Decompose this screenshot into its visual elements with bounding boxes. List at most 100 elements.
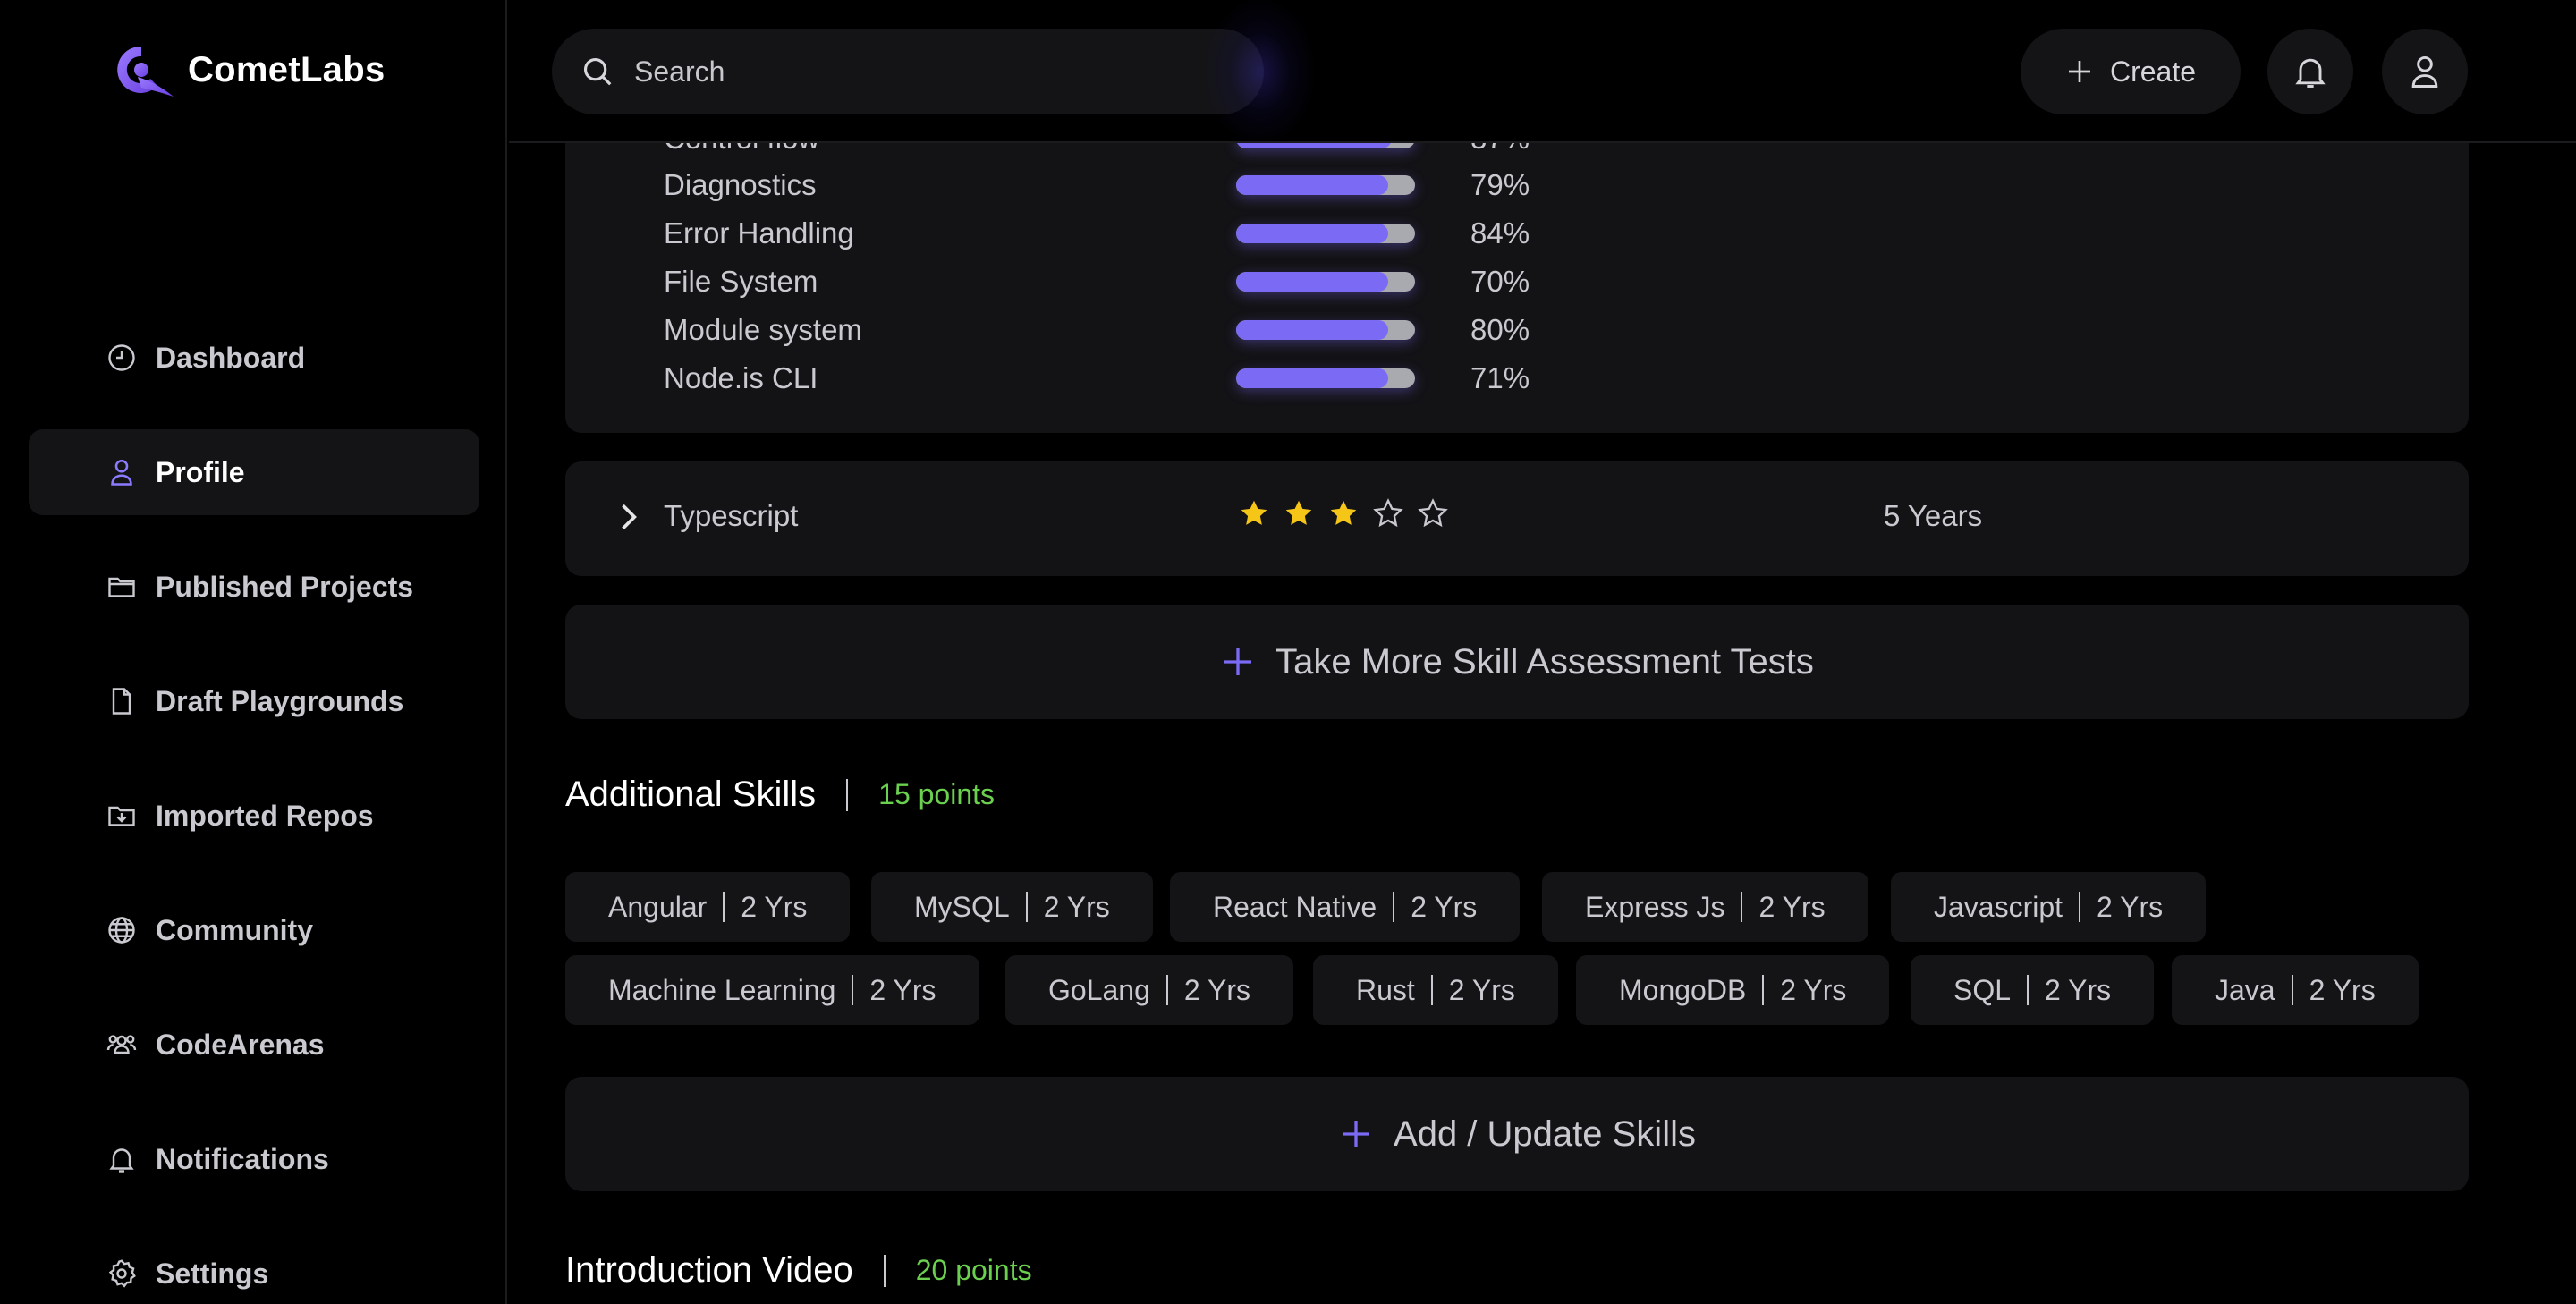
bell-icon [2295,58,2326,88]
clock-icon [108,344,135,371]
star-empty-icon [1373,498,1403,528]
divider [852,975,854,1005]
skill-tag[interactable]: React Native 2 Yrs [1170,872,1521,942]
divider [2079,892,2081,922]
skill-tag[interactable]: Rust 2 Yrs [1313,955,1558,1025]
skill-tag[interactable]: MySQL 2 Yrs [871,872,1153,942]
plus-icon [1343,1121,1370,1147]
sidebar-item-codearenas[interactable]: CodeArenas [29,1002,479,1088]
skill-progress-bar [1236,368,1415,388]
sidebar-item-settings[interactable]: Settings [29,1231,479,1304]
skill-tag[interactable]: Machine Learning 2 Yrs [565,955,979,1025]
search-input[interactable] [634,55,1207,89]
tag-name: Express Js [1585,890,1725,923]
tag-years: 2 Yrs [1448,973,1515,1006]
divider [846,778,849,811]
skill-tag[interactable]: GoLang 2 Yrs [1005,955,1293,1025]
skill-tag[interactable]: Angular 2 Yrs [565,872,851,942]
skill-name: Module system [664,313,862,346]
sidebar-item-label: Notifications [156,1142,329,1175]
skill-progress-bar [1236,175,1415,195]
tag-years: 2 Yrs [2309,973,2376,1006]
divider [1741,892,1743,922]
skill-tag[interactable]: Express Js 2 Yrs [1542,872,1868,942]
tag-name: Machine Learning [608,973,836,1006]
tag-name: SQL [1953,973,2012,1006]
search-icon [583,57,612,86]
sidebar-item-label: Dashboard [156,341,306,374]
chevron-right-icon[interactable] [608,497,648,537]
profile-menu-button[interactable] [2382,29,2468,114]
skill-tag[interactable]: Java 2 Yrs [2172,955,2419,1025]
points-badge: 15 points [878,778,996,810]
divider [723,892,725,922]
tag-name: MongoDB [1619,973,1747,1006]
skill-row: File System 70% [664,259,1648,304]
take-more-tests-label: Take More Skill Assessment Tests [1275,641,1814,682]
file-icon [112,688,131,715]
divider [1762,975,1765,1005]
skill-row: Error Handling 84% [664,211,1648,256]
plus-icon [2068,61,2090,82]
brand-logo[interactable]: CometLabs [106,41,386,98]
create-button-label: Create [2109,55,2197,88]
additional-skills-header: Additional Skills 15 points [565,775,995,815]
skill-name: Typescript [664,499,799,532]
divider [1025,892,1028,922]
notifications-button[interactable] [2267,29,2353,114]
sidebar-item-dashboard[interactable]: Dashboard [29,315,479,401]
people-icon [106,1035,137,1054]
divider [2027,975,2029,1005]
sidebar-nav: Dashboard Profile Published Projects Dra… [29,315,479,1304]
sidebar-item-label: Imported Repos [156,799,374,832]
skill-tag[interactable]: SQL 2 Yrs [1911,955,2155,1025]
skill-name: Error Handling [664,216,854,250]
skill-row: Node.is CLI 71% [664,356,1648,401]
add-update-skills-label: Add / Update Skills [1394,1113,1696,1154]
skill-row: Module system 80% [664,308,1648,352]
skill-progress-fill [1236,320,1388,340]
sidebar-item-label: Community [156,913,313,946]
tag-name: Rust [1356,973,1415,1006]
take-more-tests-button[interactable]: Take More Skill Assessment Tests [565,605,2469,719]
tag-name: React Native [1213,890,1377,923]
sidebar-item-label: Published Projects [156,570,414,603]
sidebar-item-published-projects[interactable]: Published Projects [29,544,479,630]
sidebar-item-draft-playgrounds[interactable]: Draft Playgrounds [29,658,479,744]
tag-name: MySQL [914,890,1010,923]
divider [1165,975,1168,1005]
search-bar[interactable] [552,29,1264,114]
skill-progress-bar [1236,224,1415,243]
tag-name: GoLang [1048,973,1150,1006]
user-icon [111,459,132,486]
folder-icon [108,577,135,597]
tag-years: 2 Yrs [869,973,936,1006]
tag-name: Angular [608,890,708,923]
skill-typescript-row[interactable]: Typescript 5 Years [565,461,2469,576]
skill-percent: 80% [1470,313,1530,346]
sidebar-item-label: Settings [156,1257,269,1290]
divider [1393,892,1395,922]
skill-tag[interactable]: MongoDB 2 Yrs [1576,955,1890,1025]
sidebar-item-imported-repos[interactable]: Imported Repos [29,773,479,859]
skill-progress-bar [1236,272,1415,292]
sidebar-item-community[interactable]: Community [29,887,479,973]
skill-progress-bar [1236,320,1415,340]
add-update-skills-button[interactable]: Add / Update Skills [565,1077,2469,1191]
skill-tag[interactable]: Javascript 2 Yrs [1891,872,2207,942]
sidebar-item-label: Profile [156,455,245,488]
section-title: Introduction Video [565,1250,853,1290]
skill-progress-fill [1236,272,1388,292]
globe-icon [108,917,135,944]
tag-years: 2 Yrs [2045,973,2112,1006]
divider [1430,975,1433,1005]
divider [883,1254,886,1287]
create-button[interactable]: Create [2021,29,2241,114]
tag-years: 2 Yrs [1758,890,1826,923]
tag-name: Javascript [1934,890,2063,923]
sidebar-item-profile[interactable]: Profile [29,429,479,515]
tag-years: 2 Yrs [1183,973,1250,1006]
sidebar-item-notifications[interactable]: Notifications [29,1116,479,1202]
user-icon [2411,55,2438,88]
skill-percent: 84% [1470,216,1530,250]
